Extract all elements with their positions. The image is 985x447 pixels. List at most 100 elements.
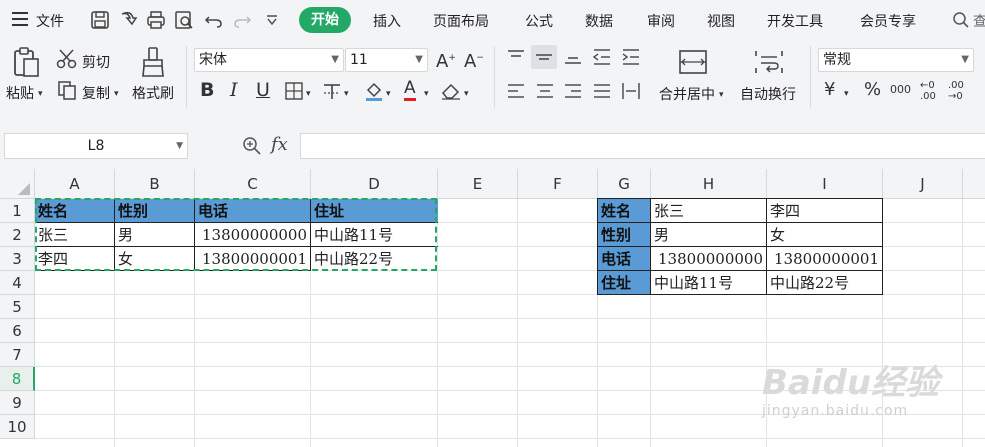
insert-function-button[interactable]: fx [271,134,288,155]
row-header[interactable]: 10 [0,415,35,439]
merge-center-button[interactable]: 合并居中 [659,84,715,104]
row-header[interactable]: 3 [0,247,35,271]
column-header[interactable]: E [438,169,518,199]
name-box[interactable]: L8 ▼ [4,133,188,159]
table-cell[interactable]: 李四 [767,199,883,223]
search-label[interactable]: 查 [973,11,985,31]
formula-input[interactable] [300,133,985,159]
increase-indent-icon[interactable] [621,48,641,66]
format-painter-icon[interactable] [140,46,166,78]
tab-review[interactable]: 审阅 [647,11,675,31]
row-header[interactable]: 4 [0,271,35,295]
scissors-icon[interactable] [56,49,78,69]
currency-dropdown-icon[interactable]: ▾ [844,84,849,104]
select-all-corner[interactable] [0,169,35,199]
table-header-cell[interactable]: 住址 [598,271,651,295]
decrease-font-icon[interactable]: A− [464,48,484,72]
table-cell[interactable]: 中山路11号 [651,271,767,295]
column-header[interactable]: J [883,169,963,199]
column-header[interactable]: C [195,169,311,199]
paste-icon[interactable] [10,46,42,78]
tab-view[interactable]: 视图 [707,11,735,31]
align-bottom-icon[interactable] [563,48,583,66]
table-cell[interactable]: 女 [767,223,883,247]
copy-icon[interactable] [57,80,77,100]
redo-icon[interactable] [232,10,252,30]
format-painter-button[interactable]: 格式刷 [132,83,174,103]
hamburger-menu-icon[interactable] [12,12,28,26]
wrap-text-icon[interactable] [754,48,784,76]
tab-formulas[interactable]: 公式 [525,11,553,31]
wrap-text-button[interactable]: 自动换行 [740,84,796,104]
fill-color-icon[interactable] [364,80,384,102]
column-header[interactable]: F [518,169,598,199]
strikethrough-dropdown-icon[interactable]: ▾ [344,84,349,104]
column-header[interactable]: D [311,169,438,199]
thousands-separator-icon[interactable]: 000 [890,80,911,100]
column-header[interactable]: B [115,169,195,199]
table-cell[interactable]: 张三 [651,199,767,223]
tab-developer[interactable]: 开发工具 [767,11,823,31]
row-header[interactable]: 5 [0,295,35,319]
search-icon[interactable] [952,11,970,29]
underline-icon[interactable]: U [256,80,270,100]
merge-dropdown-icon[interactable]: ▾ [719,85,724,105]
print-preview-icon[interactable] [174,10,194,30]
column-header[interactable] [963,169,985,199]
paste-dropdown-icon[interactable]: ▾ [38,84,43,104]
increase-font-icon[interactable]: A+ [436,48,456,72]
save-icon[interactable] [90,10,110,30]
row-header[interactable]: 7 [0,343,35,367]
row-header[interactable]: 2 [0,223,35,247]
table-header-cell[interactable]: 性别 [598,223,651,247]
table-cell[interactable]: 男 [651,223,767,247]
bold-icon[interactable]: B [200,80,214,100]
font-color-icon[interactable]: A [404,78,416,101]
align-left-icon[interactable] [506,82,526,100]
tab-insert[interactable]: 插入 [373,11,401,31]
row-header-selected[interactable]: 8 [0,367,35,391]
table-cell[interactable]: 中山路22号 [767,271,883,295]
clear-dropdown-icon[interactable]: ▾ [464,84,469,104]
zoom-formula-icon[interactable] [242,136,262,156]
tab-member[interactable]: 会员专享 [860,11,916,31]
italic-icon[interactable]: I [230,80,238,100]
font-size-select[interactable]: 11 ▼ [345,48,428,72]
font-name-select[interactable]: 宋体 ▼ [194,48,344,72]
export-icon[interactable] [118,10,138,30]
column-header[interactable]: G [598,169,651,199]
tab-page-layout[interactable]: 页面布局 [433,11,489,31]
number-format-select[interactable]: 常规 ▼ [818,48,974,72]
copy-button[interactable]: 复制 [82,83,110,103]
row-header[interactable]: 6 [0,319,35,343]
tab-home[interactable]: 开始 [299,7,351,33]
table-cell[interactable]: 13800000001 [767,247,883,271]
justify-icon[interactable] [592,82,612,100]
column-header[interactable]: A [35,169,115,199]
file-menu[interactable]: 文件 [36,11,64,31]
currency-icon[interactable]: ¥ [824,80,835,100]
tab-data[interactable]: 数据 [585,11,613,31]
row-header[interactable]: 9 [0,391,35,415]
distributed-icon[interactable] [621,82,641,100]
table-cell[interactable]: 13800000000 [651,247,767,271]
table-header-cell[interactable]: 姓名 [598,199,651,223]
fill-color-dropdown-icon[interactable]: ▾ [386,84,391,104]
increase-decimal-icon[interactable]: ←0 .00 [920,80,942,102]
strikethrough-icon[interactable] [322,81,342,101]
align-right-icon[interactable] [563,82,583,100]
borders-icon[interactable] [284,81,304,101]
font-color-dropdown-icon[interactable]: ▾ [424,84,429,104]
decrease-decimal-icon[interactable]: .00 →0 [948,80,972,102]
column-header[interactable]: H [651,169,767,199]
table-header-cell[interactable]: 电话 [598,247,651,271]
cut-button[interactable]: 剪切 [82,52,110,72]
print-icon[interactable] [146,10,166,30]
copy-dropdown-icon[interactable]: ▾ [114,84,119,104]
customize-toolbar-icon[interactable] [266,14,278,26]
borders-dropdown-icon[interactable]: ▾ [306,84,311,104]
decrease-indent-icon[interactable] [592,48,612,66]
clear-format-icon[interactable] [440,81,462,101]
row-header[interactable]: 1 [0,199,35,223]
align-top-icon[interactable] [506,48,526,66]
